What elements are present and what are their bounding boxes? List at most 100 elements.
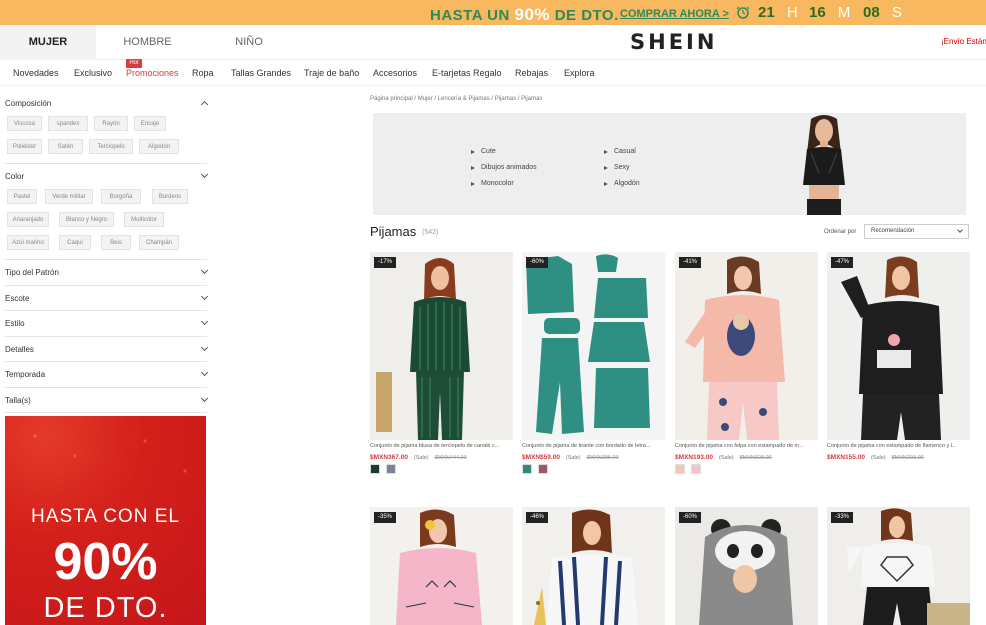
chip-saten[interactable]: Satén	[48, 139, 83, 154]
filter-composicion-title[interactable]: Composición	[5, 99, 51, 108]
filter-tipo-patron-title[interactable]: Tipo del Patrón	[5, 268, 59, 277]
filter-talla-title[interactable]: Talla(s)	[5, 396, 31, 405]
product-name[interactable]: Conjunto de pijama con estampado de flam…	[827, 443, 970, 449]
chip-viscosa[interactable]: Viscosa	[7, 116, 42, 131]
hero-link-monocolor[interactable]: Monocolor	[471, 180, 514, 187]
color-swatch[interactable]	[522, 464, 532, 474]
sort-dropdown[interactable]: Recomendación	[864, 224, 969, 239]
tab-nino[interactable]: NIÑO	[200, 25, 298, 60]
product-photo	[522, 507, 665, 625]
discount-badge: -17%	[374, 257, 397, 268]
nav-e-tarjetas[interactable]: E-tarjetas Regalo	[432, 68, 502, 78]
nav-rebajas[interactable]: Rebajas	[515, 68, 548, 78]
chip-verde-militar[interactable]: Verde militar	[45, 189, 93, 204]
chip-algodon[interactable]: Algodón	[139, 139, 179, 154]
nav-accesorios[interactable]: Accesorios	[373, 68, 417, 78]
alarm-clock-icon	[736, 6, 750, 19]
chevron-down-icon[interactable]	[200, 317, 209, 326]
breadcrumb[interactable]: Página principal / Mujer / Lencería & Pi…	[370, 96, 542, 102]
chip-multicolor[interactable]: Multicolor	[124, 212, 164, 227]
chip-poliester[interactable]: Poliéster	[7, 139, 42, 154]
filter-estilo-title[interactable]: Estilo	[5, 319, 25, 328]
shop-now-link[interactable]: COMPRAR AHORA >	[620, 8, 729, 20]
chip-spandex[interactable]: spandex	[48, 116, 88, 131]
banner-line1: HASTA CON EL	[31, 506, 180, 527]
chevron-down-icon[interactable]	[200, 170, 209, 179]
model-photo	[803, 115, 845, 215]
hero-link-algodon[interactable]: Algodón	[604, 180, 640, 187]
filter-color-title[interactable]: Color	[5, 172, 24, 181]
hero-link-casual[interactable]: Casual	[604, 148, 636, 155]
hero-link-dibujos[interactable]: Dibujos animados	[471, 164, 537, 171]
product-name[interactable]: Conjunto de pijama de tirante con bordad…	[522, 443, 665, 449]
hero-link-cute[interactable]: Cute	[471, 148, 496, 155]
product-price: $MXN155.00	[827, 454, 865, 461]
color-swatch[interactable]	[691, 464, 701, 474]
product-image[interactable]: -46%	[522, 507, 665, 625]
chip-encaje[interactable]: Encaje	[134, 116, 166, 131]
product-image[interactable]: -35%	[370, 507, 513, 625]
filter-estilo[interactable]: Estilo	[5, 311, 209, 337]
chip-beis[interactable]: Beis	[101, 235, 131, 250]
category-hero-banner[interactable]: Cute Dibujos animados Monocolor Casual S…	[373, 113, 966, 215]
nav-ropa[interactable]: Ropa	[192, 68, 214, 78]
countdown-hours: 21 H	[758, 4, 798, 21]
shipping-notice[interactable]: ¡Envío Estánd	[941, 37, 986, 46]
color-swatch[interactable]	[538, 464, 548, 474]
chevron-up-icon[interactable]	[200, 100, 209, 109]
nav-exclusivo[interactable]: Exclusivo	[74, 68, 112, 78]
nav-novedades[interactable]: Novedades	[13, 68, 59, 78]
product-image[interactable]: -60%	[675, 507, 818, 625]
chip-anaranjado[interactable]: Anaranjado	[7, 212, 49, 227]
chip-borgona[interactable]: Borgoña	[101, 189, 141, 204]
sale-label: (Sale)	[413, 455, 429, 461]
product-price: $MXN$59.00	[522, 454, 560, 461]
chip-burdeos[interactable]: Burdeos	[152, 189, 188, 204]
product-name[interactable]: Conjunto de pijama blusa de terciopelo d…	[370, 443, 513, 449]
chip-azul-marino[interactable]: Azul marino	[7, 235, 49, 250]
chip-blanco-y-negro[interactable]: Blanco y Negro	[59, 212, 114, 227]
nav-promociones[interactable]: Promociones	[126, 68, 179, 78]
discount-badge: -60%	[679, 512, 702, 523]
color-swatch[interactable]	[386, 464, 396, 474]
filter-escote-title[interactable]: Escote	[5, 294, 29, 303]
chip-terciopelo[interactable]: Terciopelo	[89, 139, 133, 154]
filter-escote[interactable]: Escote	[5, 286, 209, 311]
filter-talla[interactable]: Talla(s)	[5, 388, 209, 413]
original-price: $MXN328.00	[739, 455, 772, 461]
product-photo	[827, 507, 970, 625]
chip-pastel[interactable]: Pastel	[7, 189, 37, 204]
product-image[interactable]: -17%	[370, 252, 513, 440]
nav-traje-de-bano[interactable]: Traje de baño	[304, 68, 359, 78]
chevron-down-icon[interactable]	[200, 343, 209, 352]
chevron-down-icon[interactable]	[200, 292, 209, 301]
filter-temporada[interactable]: Temporada	[5, 362, 209, 388]
hero-link-sexy[interactable]: Sexy	[604, 164, 630, 171]
nav-tallas-grandes[interactable]: Tallas Grandes	[231, 68, 291, 78]
shein-logo[interactable]: SHEIN	[630, 30, 717, 54]
product-image[interactable]: -33%	[827, 507, 970, 625]
tab-hombre[interactable]: HOMBRE	[100, 25, 195, 60]
chevron-down-icon[interactable]	[200, 266, 209, 275]
nav-explora[interactable]: Explora	[564, 68, 595, 78]
product-image[interactable]: -60%	[522, 252, 665, 440]
chip-champan[interactable]: Champán	[139, 235, 179, 250]
product-name[interactable]: Conjunto de pijama con felpa con estampa…	[675, 443, 818, 449]
filter-detalles-title[interactable]: Detalles	[5, 345, 34, 354]
original-price: $MXN444.00	[434, 455, 467, 461]
filter-tipo-patron[interactable]: Tipo del Patrón	[5, 260, 209, 286]
product-photo	[675, 252, 818, 440]
filter-temporada-title[interactable]: Temporada	[5, 370, 45, 379]
sale-banner[interactable]: HASTA CON EL 90% DE DTO.	[5, 416, 206, 625]
chip-caqui[interactable]: Caqui	[59, 235, 91, 250]
product-image[interactable]: -41%	[675, 252, 818, 440]
chip-rayon[interactable]: Rayón	[94, 116, 128, 131]
original-price: $MXN395.00	[586, 455, 619, 461]
tab-mujer[interactable]: MUJER	[0, 25, 96, 60]
color-swatch[interactable]	[675, 464, 685, 474]
chevron-down-icon[interactable]	[200, 394, 209, 403]
chevron-down-icon[interactable]	[200, 368, 209, 377]
product-image[interactable]: -47%	[827, 252, 970, 440]
color-swatch[interactable]	[370, 464, 380, 474]
filter-detalles[interactable]: Detalles	[5, 337, 209, 362]
